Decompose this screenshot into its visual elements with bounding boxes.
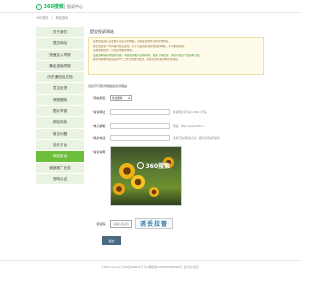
message-textarea[interactable]: 360搜索 — [110, 146, 182, 206]
watermark-logo-icon — [137, 162, 144, 169]
notice-box: 如果您发现有违法或不良信息的网站，请在此提交并注明具体原因。 我们会在第一时间进… — [88, 37, 264, 75]
captcha-row: 验证码： 请输入验证码 诱丢拉督 — [88, 218, 173, 229]
type-label: 网站类型： — [93, 96, 108, 100]
contact-label: *联系电话： — [88, 136, 108, 140]
page-footer: ©2021 so.com 京ICP证080047号 京公网安备110000020… — [0, 260, 300, 300]
sidebar-item-snapshot-delete[interactable]: 快照删除 — [36, 94, 84, 107]
header-subtitle: 投诉中心 — [67, 4, 83, 9]
captcha-label: 验证码： — [96, 221, 108, 226]
sidebar-item-faq[interactable]: 常见问题 — [36, 128, 84, 140]
sidebar-nav: 关于我们 提交网址 快速加入举报 暴走漫画举报 历史通知及文档 意见反馈 快照删… — [36, 27, 84, 186]
message-label-text: 投诉说明： — [93, 150, 108, 154]
sidebar-item-webmaster[interactable]: 站长平台 — [36, 139, 84, 152]
contact-input[interactable] — [110, 135, 170, 141]
email-label-text: 电子邮箱： — [93, 124, 108, 128]
form-note: 请您尽可能详细描述投诉理由 — [88, 84, 128, 88]
sidebar-item-site-check[interactable]: 网站体检 — [36, 117, 84, 129]
watermark-logo-text: 360搜索 — [145, 163, 171, 170]
sidebar-item-quick-report[interactable]: 快速加入举报 — [36, 49, 84, 61]
breadcrumb-home[interactable]: 360首页 — [36, 16, 48, 20]
url-row: *投诉网址： 投诉网址请务必以http://开头 — [88, 108, 288, 116]
sunflower-image — [131, 175, 145, 189]
logo-text: 360搜索 — [43, 4, 64, 10]
notice-line: 如果您发现有违法或不良信息的网站，请在此提交并注明具体原因。 — [93, 40, 171, 43]
sidebar-item-site-complaint[interactable]: 网站投诉 — [36, 151, 84, 163]
sidebar-item-verification[interactable]: 官网认证 — [36, 173, 84, 186]
breadcrumb-current: 网站投诉 — [55, 16, 69, 20]
sunflower-image — [149, 187, 159, 197]
type-row: 网站类型： 非法赌博 ▼ — [88, 94, 288, 102]
sidebar-item-comic-report[interactable]: 暴走漫画举报 — [36, 60, 84, 73]
email-row: *电子邮箱： 例如：http://www.360.cn — [88, 122, 288, 130]
contact-hint: 请填写您的联系方式，我们会尽快回复您 — [173, 137, 220, 140]
page-header: 360搜索 投诉中心 — [0, 0, 300, 13]
email-hint: 例如：http://www.360.cn — [173, 125, 205, 128]
notice-line: 如发现网站存在侵权问题，请您提供相关证明材料。如需了解更多，请访问知识产权保护页… — [93, 53, 202, 57]
message-label: *投诉说明： — [88, 150, 108, 154]
chevron-down-icon: ▼ — [128, 96, 130, 100]
email-input[interactable] — [110, 123, 170, 129]
url-label: *投诉网址： — [88, 110, 108, 114]
breadcrumb: 360首页 | 网站投诉 — [36, 15, 70, 20]
header-divider — [64, 4, 65, 9]
sidebar-item-submit-url[interactable]: 提交网址 — [36, 38, 84, 50]
watermark-logo: 360搜索 — [137, 161, 170, 170]
url-hint: 投诉网址请务必以http://开头 — [173, 111, 207, 114]
type-select[interactable]: 非法赌博 ▼ — [110, 95, 132, 101]
footer-text: ©2021 so.com 京ICP证080047号 京公网安备110000020… — [101, 266, 199, 269]
sunflower-image — [113, 183, 125, 195]
sidebar-item-feedback[interactable]: 意见反馈 — [36, 83, 84, 95]
notice-line: 我们将在收到投诉后的3个工作日内进行处理，处理结果将通过邮件通知您。 — [93, 58, 181, 62]
logo-icon — [36, 3, 42, 10]
captcha-input[interactable]: 请输入验证码 — [110, 219, 132, 228]
contact-row: *联系电话： 请填写您的联系方式，我们会尽快回复您 — [88, 134, 288, 142]
contact-label-text: 联系电话： — [93, 136, 108, 140]
breadcrumb-separator: | — [51, 16, 53, 20]
notice-line: 请勿重复提交，以免影响处理效率。 — [93, 49, 135, 53]
type-select-value: 非法赌博 — [112, 97, 123, 100]
logo[interactable]: 360搜索 — [36, 3, 64, 10]
url-label-text: 投诉网址： — [93, 110, 108, 114]
notice-line: 我们会在第一时间进行核实处理，对于违反国家法律法规的网站，予以删除处理。 — [93, 44, 187, 48]
sidebar-item-image-report[interactable]: 图片举报 — [36, 106, 84, 118]
captcha-image[interactable]: 诱丢拉督 — [135, 218, 173, 229]
email-label: *电子邮箱： — [88, 124, 108, 128]
submit-button[interactable]: 提交 — [102, 236, 121, 245]
sidebar-item-about[interactable]: 关于我们 — [36, 27, 84, 39]
sidebar-item-history[interactable]: 历史通知及文档 — [36, 72, 84, 84]
sidebar-item-marketing[interactable]: 营销推广业务 — [36, 162, 84, 174]
url-input[interactable] — [110, 109, 170, 115]
